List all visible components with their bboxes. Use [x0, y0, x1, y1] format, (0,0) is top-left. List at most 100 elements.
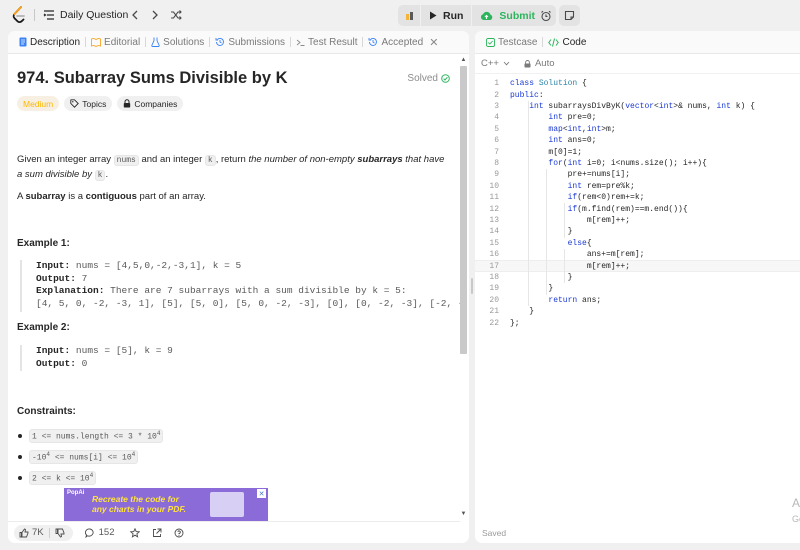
comments-button[interactable]: 152 [84, 527, 114, 538]
code-text: map<int,int>m; [548, 124, 616, 134]
vote-group: 7K [14, 524, 73, 541]
constraint-code: -104 <= nums[i] <= 104 [29, 450, 139, 464]
code-line[interactable]: 2 public: [475, 89, 800, 100]
history-icon [215, 38, 225, 46]
output-label: Output: [36, 357, 76, 369]
code-line[interactable]: 17 m[rem]++; [475, 260, 800, 272]
code-line[interactable]: 13 m[rem]++; [475, 215, 800, 226]
debug-button[interactable] [398, 5, 420, 26]
lock-icon [524, 59, 531, 67]
indent-guide [564, 203, 565, 238]
tab-solutions[interactable]: Solutions [146, 31, 209, 54]
tab-code[interactable]: Code [543, 31, 591, 54]
code-line[interactable]: 4 int pre=0; [475, 112, 800, 123]
prev-question-button[interactable] [127, 7, 143, 23]
tab-editorial[interactable]: Editorial [86, 31, 145, 54]
run-button[interactable]: Run [421, 5, 472, 26]
feedback-button[interactable] [174, 528, 188, 538]
next-question-button[interactable] [147, 7, 163, 23]
close-icon[interactable]: ✕ [429, 36, 438, 49]
description-paragraph-1: Given an integer array nums and an integ… [17, 153, 447, 183]
code-line[interactable]: 8 for(int i=0; i<nums.size(); i++){ [475, 158, 800, 169]
code-line[interactable]: 9 pre+=nums[i]; [475, 169, 800, 180]
line-number: 16 [489, 250, 499, 260]
ad-image [210, 492, 244, 517]
leetcode-logo-icon[interactable] [12, 6, 26, 24]
line-number: 15 [489, 238, 499, 248]
language-select[interactable]: C++ [481, 58, 510, 69]
example-1-title: Example 1: [17, 238, 70, 249]
auto-mode-toggle[interactable]: Auto [524, 58, 555, 69]
thumbs-down-icon[interactable] [55, 528, 65, 538]
code-line[interactable]: 7 m[0]=1; [475, 146, 800, 157]
code-text: int subarraysDivByK(vector<int>& nums, i… [529, 101, 755, 111]
output-label: Output: [36, 272, 76, 284]
scroll-up-arrow-icon[interactable]: ▲ [460, 57, 467, 63]
code-line[interactable]: 19 } [475, 283, 800, 294]
daily-question-title[interactable]: Daily Question [60, 9, 128, 21]
code-line[interactable]: 11 if(rem<0)rem+=k; [475, 192, 800, 203]
tab-test-result[interactable]: Test Result [291, 31, 362, 54]
submit-button[interactable]: Submit [472, 5, 544, 26]
notes-button[interactable] [559, 5, 580, 26]
code-line[interactable]: 15 else{ [475, 238, 800, 249]
ad-brand: PopAi [67, 490, 85, 496]
tab-accepted[interactable]: Accepted ✕ [363, 31, 443, 54]
code-text: for(int i=0; i<nums.size(); i++){ [548, 158, 707, 168]
line-number: 7 [494, 147, 499, 157]
line-number: 2 [494, 90, 499, 100]
tab-testcase[interactable]: Testcase [481, 31, 542, 54]
line-number: 4 [494, 113, 499, 123]
cloud-upload-icon [481, 11, 493, 20]
code-line[interactable]: 12 if(m.find(rem)==m.end()){ [475, 203, 800, 214]
code-line[interactable]: 5 map<int,int>m; [475, 124, 800, 135]
tab-description[interactable]: Description [14, 31, 85, 54]
code-line[interactable]: 20 return ans; [475, 295, 800, 306]
example-2-block: Input: nums = [5], k = 9 Output: 0 [20, 345, 173, 371]
close-icon[interactable]: ✕ [257, 489, 266, 498]
run-submit-group: Run Submit [398, 5, 544, 26]
code-text: if(m.find(rem)==m.end()){ [567, 204, 688, 214]
code-line[interactable]: 18 } [475, 272, 800, 283]
companies-chip[interactable]: Companies [117, 96, 184, 111]
example-2-title: Example 2: [17, 322, 70, 333]
code-line[interactable]: 3 int subarraysDivByK(vector<int>& nums,… [475, 101, 800, 112]
code-line[interactable]: 16 ans+=m[rem]; [475, 249, 800, 260]
problem-list-icon[interactable] [43, 9, 55, 21]
input-value: nums = [5], k = 9 [75, 345, 173, 356]
ad-banner[interactable]: PopAi Recreate the code for any charts i… [64, 488, 268, 521]
line-number: 1 [494, 79, 499, 89]
constraint-text: 1 <= nums.length <= 3 * 10 [32, 432, 157, 442]
line-number: 11 [489, 193, 499, 203]
scrollbar-thumb[interactable] [460, 66, 467, 354]
code-line[interactable]: 22}; [475, 317, 800, 328]
code-line[interactable]: 6 int ans=0; [475, 135, 800, 146]
code-line[interactable]: 14 } [475, 226, 800, 237]
scroll-down-arrow-icon[interactable]: ▼ [460, 511, 467, 517]
comment-icon [84, 528, 94, 538]
code-line[interactable]: 21 } [475, 306, 800, 317]
constraints-title: Constraints: [17, 406, 76, 417]
code-line[interactable]: 10 int rem=pre%k; [475, 181, 800, 192]
line-number: 20 [489, 295, 499, 305]
example-line: Output: 7 [36, 273, 460, 286]
desc-text: part of an array. [139, 191, 206, 202]
random-question-button[interactable] [168, 7, 184, 23]
input-label: Input: [36, 345, 71, 356]
timer-button[interactable] [535, 5, 556, 26]
topics-chip[interactable]: Topics [64, 96, 113, 111]
tab-submissions[interactable]: Submissions [210, 31, 290, 54]
code-line[interactable]: 1 class Solution { [475, 78, 800, 89]
favorite-button[interactable] [130, 527, 144, 538]
check-circle-icon [441, 74, 450, 83]
code-text: }; [510, 318, 520, 328]
code-editor[interactable]: 1 class Solution {2 public: 3 int subarrays… [475, 78, 800, 518]
description-paragraph-2: A subarray is a contiguous part of an ar… [17, 190, 447, 204]
code-text: m[0]=1; [510, 147, 583, 157]
lock-icon [124, 99, 131, 108]
share-button[interactable] [152, 528, 166, 538]
explanation-label: Explanation: [36, 285, 105, 296]
thumbs-up-icon[interactable] [19, 527, 29, 538]
like-count: 7K [32, 527, 44, 538]
example-line: Output: 0 [36, 358, 173, 371]
